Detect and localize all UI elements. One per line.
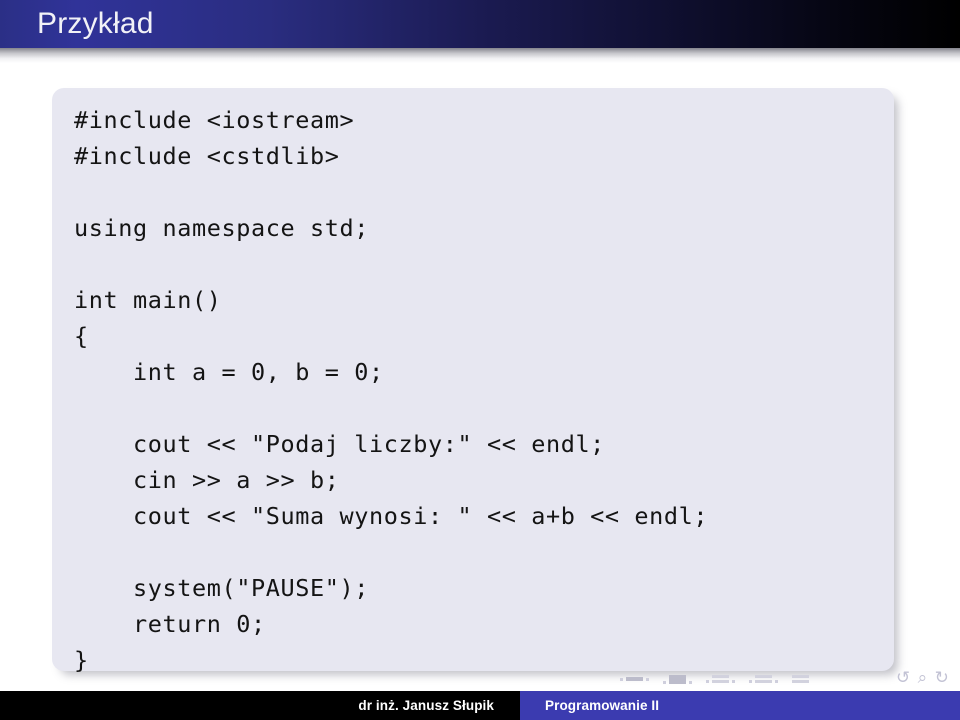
nav-bar-icon[interactable]	[755, 675, 772, 678]
code-line: return 0;	[74, 610, 266, 638]
navigation-arrow-icons[interactable]: ↺ ⌕ ↻	[896, 666, 956, 690]
nav-bar-icon[interactable]	[712, 680, 729, 683]
nav-bar-icon[interactable]	[669, 674, 686, 684]
nav-dot-icon[interactable]	[706, 680, 709, 683]
nav-dot-icon[interactable]	[663, 680, 666, 684]
title-bar-shadow	[0, 48, 960, 63]
nav-bar-stack[interactable]	[712, 675, 729, 683]
slide-title-bar: Przykład	[0, 0, 960, 48]
footer-course: Programowanie II	[545, 698, 660, 713]
nav-dot-icon[interactable]	[749, 680, 752, 683]
code-line: cout << "Suma wynosi: " << a+b << endl;	[74, 502, 709, 530]
nav-bar-stack[interactable]	[792, 675, 809, 683]
nav-dot-icon[interactable]	[620, 678, 623, 681]
code-line: }	[74, 646, 89, 674]
nav-bar-icon[interactable]	[792, 680, 809, 683]
slide-footer: dr inż. Janusz Słupik Programowanie II	[0, 691, 960, 720]
nav-dot-icon[interactable]	[689, 680, 692, 684]
code-line: system("PAUSE");	[74, 574, 369, 602]
code-listing: #include <iostream> #include <cstdlib> u…	[74, 102, 708, 678]
footer-author: dr inż. Janusz Słupik	[358, 698, 494, 713]
nav-bar-icon[interactable]	[712, 675, 729, 678]
nav-section-group[interactable]	[620, 677, 649, 681]
code-line: #include <cstdlib>	[74, 142, 340, 170]
code-line: int main()	[74, 286, 222, 314]
magnifier-icon[interactable]: ⌕	[918, 668, 929, 688]
code-line: cin >> a >> b;	[74, 466, 340, 494]
nav-dot-icon[interactable]	[775, 680, 778, 683]
code-line: #include <iostream>	[74, 106, 355, 134]
footer-author-section: dr inż. Janusz Słupik	[0, 691, 520, 720]
nav-section-group[interactable]	[663, 674, 692, 684]
nav-section-group[interactable]	[706, 675, 735, 683]
code-line: cout << "Podaj liczby:" << endl;	[74, 430, 605, 458]
undo-arrow-icon[interactable]: ↺	[896, 668, 911, 688]
nav-bar-icon[interactable]	[755, 680, 772, 683]
page-title: Przykład	[37, 7, 154, 40]
nav-section-group[interactable]	[749, 675, 778, 683]
beamer-navigation-bullets[interactable]	[620, 670, 885, 688]
footer-course-section: Programowanie II	[520, 691, 960, 720]
code-line: int a = 0, b = 0;	[74, 358, 384, 386]
nav-dot-icon[interactable]	[646, 678, 649, 681]
nav-bar-icon[interactable]	[626, 677, 643, 681]
nav-section-group[interactable]	[792, 675, 809, 683]
code-line: using namespace std;	[74, 214, 369, 242]
code-block-panel: #include <iostream> #include <cstdlib> u…	[52, 88, 894, 674]
nav-bar-icon[interactable]	[792, 675, 809, 678]
redo-arrow-icon[interactable]: ↻	[935, 668, 950, 688]
code-line: {	[74, 322, 89, 350]
nav-dot-icon[interactable]	[732, 680, 735, 683]
nav-bar-stack[interactable]	[755, 675, 772, 683]
